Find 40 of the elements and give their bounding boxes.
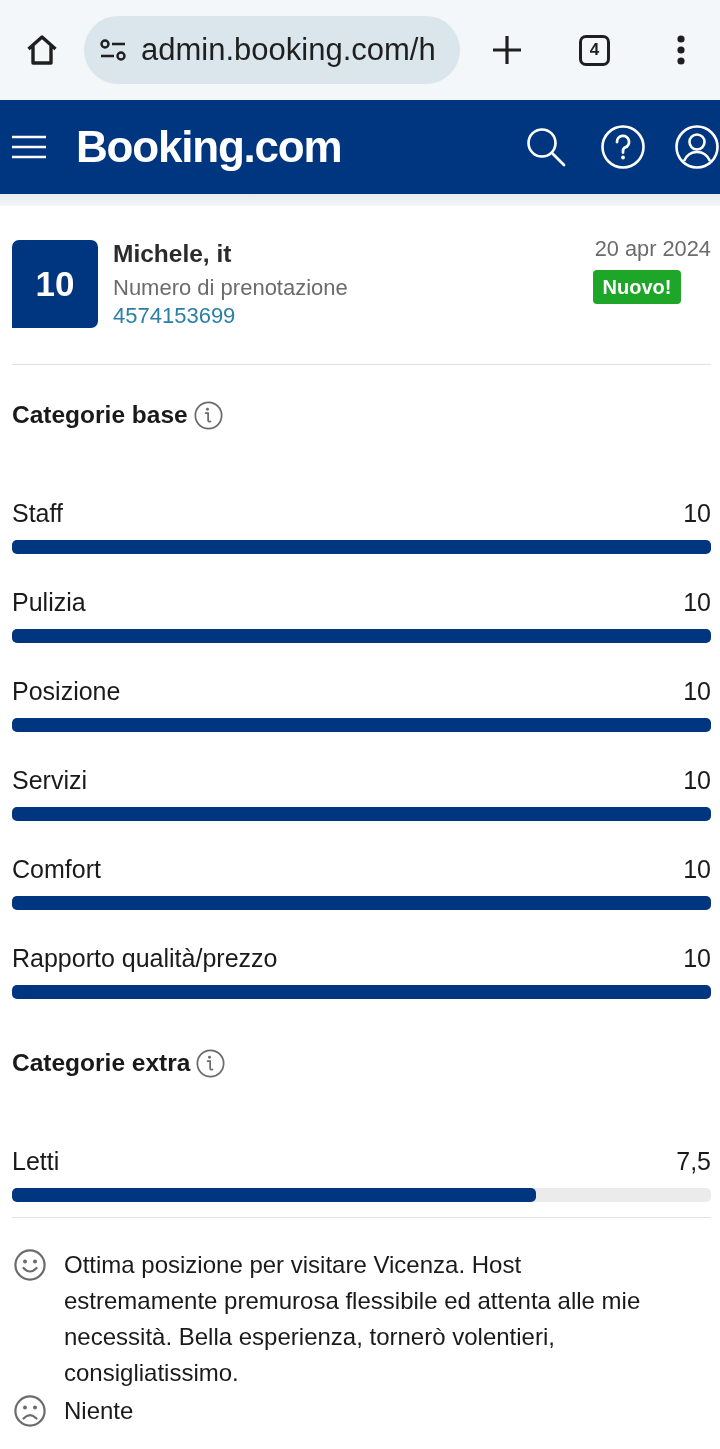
- address-bar[interactable]: admin.booking.com/h: [84, 16, 460, 84]
- category-name: Letti: [12, 1147, 60, 1175]
- account-icon[interactable]: [675, 125, 719, 169]
- frown-icon: [14, 1395, 46, 1427]
- smiley-icon: [14, 1249, 46, 1281]
- help-icon[interactable]: [601, 125, 645, 169]
- category-score: 10: [683, 499, 711, 527]
- category-score: 10: [683, 944, 711, 972]
- comment-text: Niente: [64, 1396, 134, 1426]
- new-label: Nuovo!: [593, 270, 681, 304]
- home-icon[interactable]: [26, 34, 58, 66]
- review-date: 20 apr 2024: [594, 236, 711, 262]
- section-title: Categorie extra: [12, 1049, 191, 1077]
- category-score: 10: [683, 766, 711, 794]
- menu-icon[interactable]: [12, 135, 46, 159]
- site-settings-icon[interactable]: [100, 39, 126, 61]
- url-text: admin.booking.com/h: [141, 32, 436, 68]
- category-name: Posizione: [12, 677, 121, 705]
- info-icon[interactable]: [196, 1048, 226, 1078]
- category-score: 10: [683, 855, 711, 883]
- category-score: 10: [683, 677, 711, 705]
- category-score: 10: [683, 588, 711, 616]
- more-options-icon[interactable]: [676, 35, 686, 65]
- category-name: Servizi: [12, 766, 87, 794]
- booking-number-link[interactable]: 4574153699: [113, 302, 236, 330]
- category-name: Pulizia: [12, 588, 86, 616]
- section-title: Categorie base: [12, 401, 188, 429]
- new-tab-icon[interactable]: [492, 35, 522, 65]
- tab-switcher-button[interactable]: 4: [579, 34, 610, 66]
- category-score: 7,5: [676, 1147, 711, 1175]
- info-icon[interactable]: [193, 400, 223, 430]
- search-icon[interactable]: [526, 127, 566, 167]
- review-score: 10: [12, 240, 98, 328]
- category-name: Comfort: [12, 855, 101, 883]
- booking-logo[interactable]: Booking.com: [76, 122, 342, 172]
- guest-name: Michele, it: [113, 240, 232, 268]
- category-name: Staff: [12, 499, 63, 527]
- booking-number-label: Numero di prenotazione: [113, 274, 348, 302]
- comment-text: Ottima posizione per visitare Vicenza. Host estremamente premurosa flessibile ed attenta alle mie necessità. Bella esperienza, tornerò volentieri, consigliatissimo.: [64, 1250, 642, 1388]
- category-name: Rapporto qualità/prezzo: [12, 944, 278, 972]
